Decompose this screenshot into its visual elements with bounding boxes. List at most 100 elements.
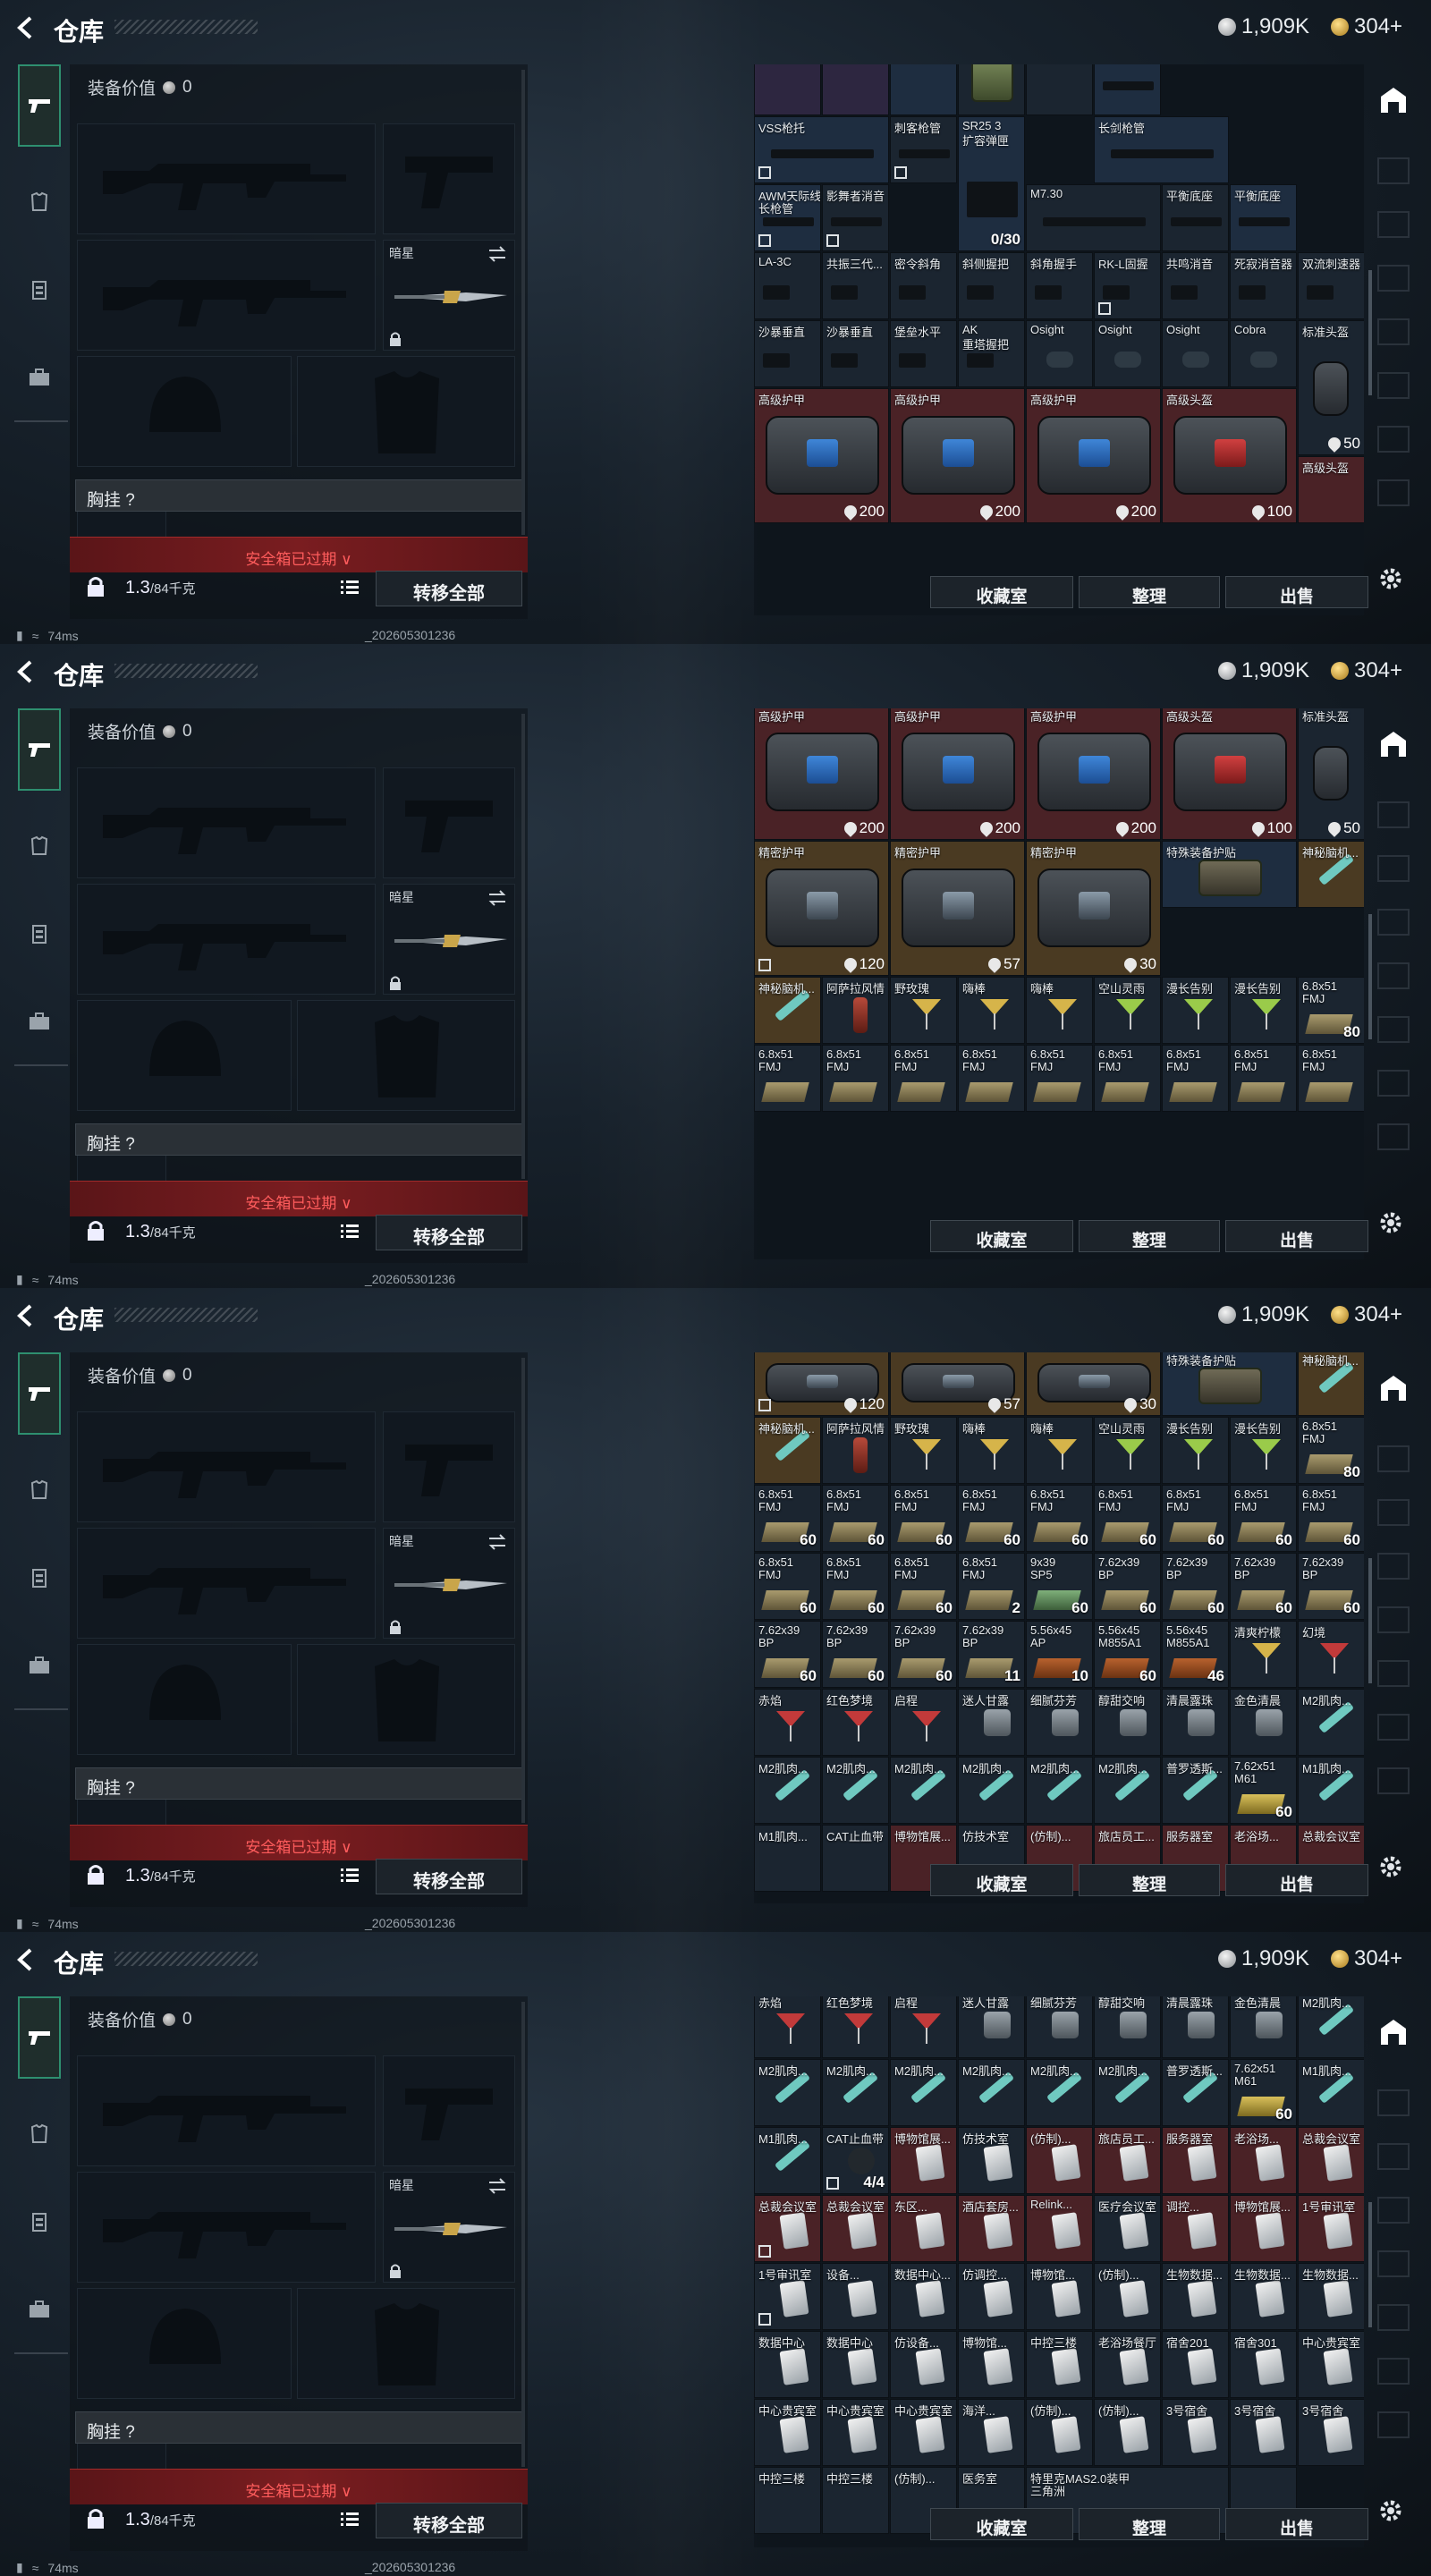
- inventory-item[interactable]: [958, 64, 1025, 115]
- inventory-item[interactable]: M7.30: [1026, 184, 1161, 251]
- inventory-item[interactable]: 宿舍201: [1162, 2331, 1229, 2398]
- inventory-item[interactable]: 7.62x51 M61 60: [1230, 1757, 1297, 1824]
- inventory-item[interactable]: (仿制)...: [1094, 2399, 1161, 2466]
- equipment-scrollbar[interactable]: [521, 714, 525, 1179]
- page-tab-4[interactable]: [1377, 962, 1410, 989]
- inventory-item[interactable]: 服务器室: [1162, 2127, 1229, 2194]
- inventory-item[interactable]: M2肌肉...: [1298, 1996, 1364, 2058]
- inventory-item[interactable]: 6.8x51 FMJ 60: [1298, 1485, 1364, 1552]
- transfer-all-button[interactable]: 转移全部: [376, 571, 522, 606]
- warehouse-home-icon[interactable]: [1377, 730, 1410, 758]
- inventory-item[interactable]: 1号审讯室: [1298, 2195, 1364, 2262]
- page-tab-1[interactable]: [1377, 2089, 1410, 2116]
- inventory-item[interactable]: 精密护甲 57: [890, 841, 1025, 976]
- inventory-item[interactable]: 高级护甲 200: [890, 708, 1025, 840]
- inventory-item[interactable]: 总裁会议室: [754, 2195, 821, 2262]
- inventory-item[interactable]: 5.56x45 M855A1 46: [1162, 1621, 1229, 1688]
- inventory-item[interactable]: 东区...: [890, 2195, 957, 2262]
- inventory-item[interactable]: 共鸣消音: [1162, 252, 1229, 319]
- inventory-item[interactable]: M2肌肉...: [754, 1757, 821, 1824]
- inventory-item[interactable]: M2肌肉...: [822, 2059, 889, 2126]
- inventory-item[interactable]: AWM天际线 长枪管: [754, 184, 821, 251]
- inventory-item[interactable]: M1肌肉...: [1298, 2059, 1364, 2126]
- swap-icon[interactable]: [487, 1534, 507, 1550]
- inventory-item[interactable]: Osight: [1026, 320, 1093, 387]
- inventory-item[interactable]: 神秘脑机...: [1298, 1352, 1364, 1416]
- inventory-item[interactable]: 老浴场餐厅: [1094, 2331, 1161, 2398]
- secondary-weapon-slot[interactable]: [77, 884, 376, 995]
- chest-rig-row[interactable]: 胸挂 ?: [75, 1767, 522, 1800]
- page-tab-6[interactable]: [1377, 1714, 1410, 1741]
- inventory-item[interactable]: M2肌肉...: [890, 1757, 957, 1824]
- back-arrow-icon[interactable]: [13, 1946, 39, 1973]
- inventory-item[interactable]: M1肌肉...: [754, 2127, 821, 2194]
- page-scrollbar[interactable]: [1368, 2202, 1372, 2327]
- inventory-item[interactable]: 6.8x51 FMJ 60: [754, 1553, 821, 1620]
- gold-currency[interactable]: 304+: [1331, 1946, 1402, 1971]
- inventory-item[interactable]: (仿制)...: [1026, 2399, 1093, 2466]
- inventory-item[interactable]: 嗨棒: [958, 1417, 1025, 1484]
- primary-weapon-slot[interactable]: [77, 123, 376, 234]
- back-arrow-icon[interactable]: [13, 658, 39, 685]
- inventory-item[interactable]: Cobra: [1230, 320, 1297, 387]
- pistol-slot[interactable]: [383, 123, 515, 234]
- gold-currency[interactable]: 304+: [1331, 1302, 1402, 1327]
- inventory-item[interactable]: 老浴场...: [1230, 2127, 1297, 2194]
- melee-slot[interactable]: 暗星: [383, 240, 515, 351]
- inventory-item[interactable]: 平衡底座: [1162, 184, 1229, 251]
- inventory-item[interactable]: 沙暴垂直: [822, 320, 889, 387]
- inventory-item[interactable]: CAT止血带: [822, 1825, 889, 1892]
- pistol-slot[interactable]: [383, 1411, 515, 1522]
- list-icon[interactable]: [338, 2508, 361, 2531]
- inventory-item[interactable]: 嗨棒: [1026, 1417, 1093, 1484]
- warehouse-home-icon[interactable]: [1377, 86, 1410, 114]
- inventory-item[interactable]: 阿萨拉风情: [822, 977, 889, 1044]
- inventory-item[interactable]: M1肌肉...: [1298, 1757, 1364, 1824]
- inventory-item[interactable]: 6.8x51 FMJ 60: [1162, 1485, 1229, 1552]
- gold-currency[interactable]: 304+: [1331, 658, 1402, 683]
- tab-weapons[interactable]: [18, 708, 61, 791]
- page-tab-5[interactable]: [1377, 1660, 1410, 1687]
- inventory-item[interactable]: 总裁会议室: [822, 2195, 889, 2262]
- inventory-item[interactable]: VSS枪托: [754, 116, 889, 183]
- secondary-weapon-slot[interactable]: [77, 1528, 376, 1639]
- inventory-item[interactable]: 1号审讯室: [754, 2263, 821, 2330]
- inventory-item[interactable]: 高级护甲 200: [890, 388, 1025, 523]
- inventory-item[interactable]: 生物数据...: [1162, 2263, 1229, 2330]
- inventory-item[interactable]: M2肌肉...: [1026, 2059, 1093, 2126]
- inventory-item[interactable]: 设备...: [822, 2263, 889, 2330]
- tab-weapons[interactable]: [18, 1996, 61, 2079]
- inventory-item[interactable]: 3号宿舍: [1162, 2399, 1229, 2466]
- page-tab-3[interactable]: [1377, 909, 1410, 936]
- inventory-item[interactable]: 金色清晨: [1230, 1996, 1297, 2058]
- inventory-item[interactable]: [890, 64, 957, 115]
- chest-rig-row[interactable]: 胸挂 ?: [75, 479, 522, 512]
- page-tab-1[interactable]: [1377, 1445, 1410, 1472]
- inventory-item[interactable]: [1026, 64, 1093, 115]
- inventory-item[interactable]: 生物数据...: [1298, 2263, 1364, 2330]
- armor-slot[interactable]: [297, 2288, 515, 2399]
- inventory-item[interactable]: Osight: [1094, 320, 1161, 387]
- inventory-item[interactable]: 标准头盔 50: [1298, 708, 1364, 840]
- inventory-item[interactable]: M2肌肉...: [890, 2059, 957, 2126]
- tab-armor[interactable]: [18, 825, 61, 868]
- page-tab-7[interactable]: [1377, 1123, 1410, 1150]
- inventory-item[interactable]: 长剑枪管: [1094, 116, 1229, 183]
- inventory-item[interactable]: 酒店套房...: [958, 2195, 1025, 2262]
- inventory-item[interactable]: 6.8x51 FMJ: [1298, 1045, 1364, 1112]
- collection-room-button[interactable]: 收藏室: [930, 1220, 1073, 1252]
- inventory-item[interactable]: 7.62x39 BP 60: [754, 1621, 821, 1688]
- back-arrow-icon[interactable]: [13, 1302, 39, 1329]
- armor-slot[interactable]: [297, 356, 515, 467]
- inventory-item[interactable]: 高级护甲 200: [754, 388, 889, 523]
- inventory-item[interactable]: 6.8x51 FMJ 80: [1298, 1417, 1364, 1484]
- inventory-item[interactable]: 野玫瑰: [890, 977, 957, 1044]
- inventory-item[interactable]: Osight: [1162, 320, 1229, 387]
- inventory-item[interactable]: 6.8x51 FMJ 60: [1230, 1485, 1297, 1552]
- page-tab-2[interactable]: [1377, 855, 1410, 882]
- page-scrollbar[interactable]: [1368, 270, 1372, 395]
- inventory-item[interactable]: 赤焰: [754, 1689, 821, 1756]
- gear-icon[interactable]: [1377, 1209, 1404, 1236]
- inventory-item[interactable]: 醇甜交响: [1094, 1689, 1161, 1756]
- inventory-item[interactable]: 海洋...: [958, 2399, 1025, 2466]
